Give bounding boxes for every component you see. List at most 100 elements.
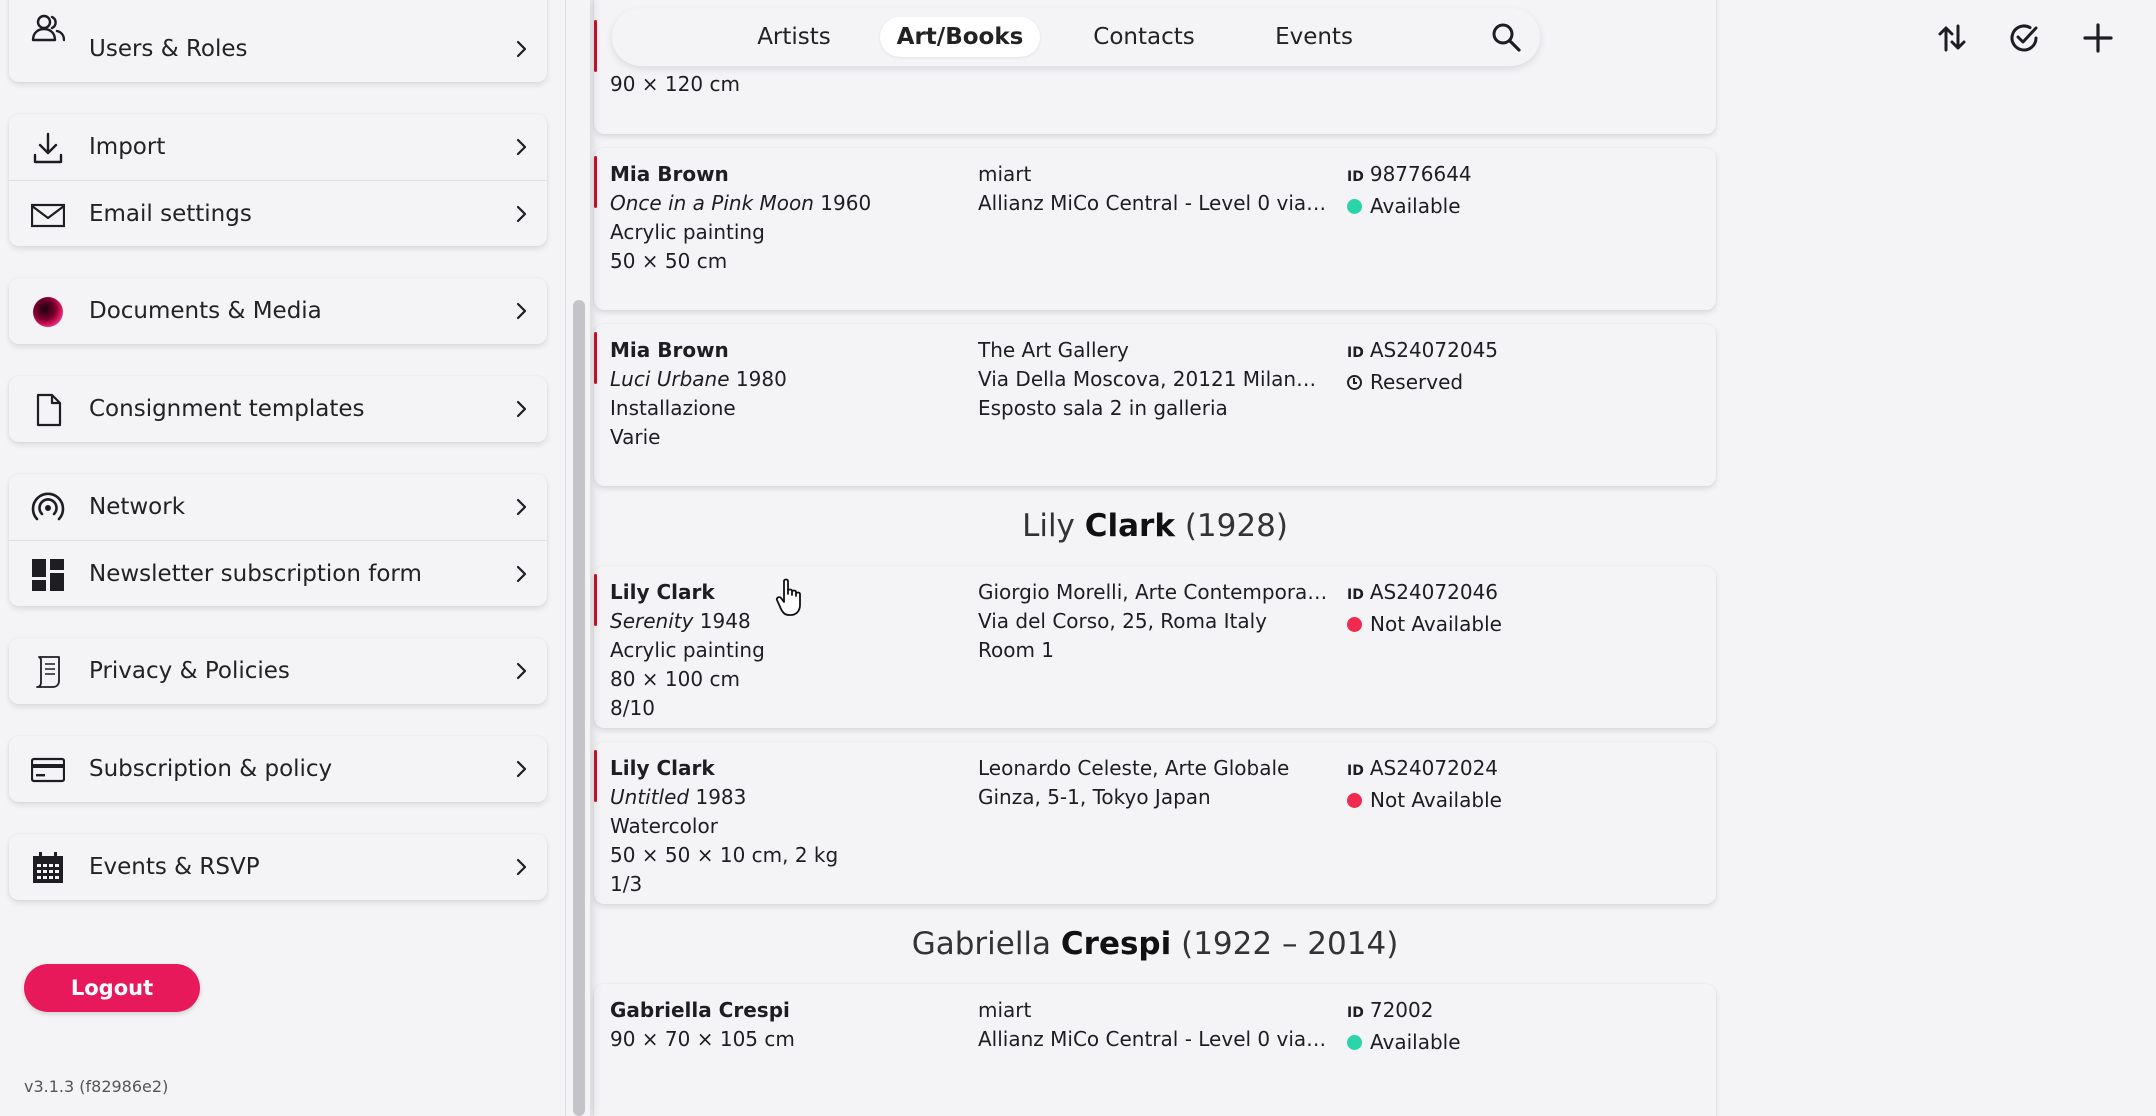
sidebar-item-email-settings[interactable]: Email settings [9,180,547,246]
card-id: AS24072045 [1369,338,1499,362]
card-title: Serenity [610,609,694,633]
card-location-name: miart [978,998,1032,1022]
card-location: miart Allianz MiCo Central - Level 0 via… [978,996,1328,1054]
card-details: 90 × 120 cm [610,70,950,99]
calendar-icon [33,852,63,883]
status-badge: Not Available [1370,612,1502,636]
artwork-card[interactable]: Lily Clark Serenity 1948 Acrylic paintin… [594,566,1716,728]
id-label: ID [1347,1005,1364,1021]
sidebar-item-label: Import [89,134,166,160]
group-first-name: Gabriella [911,926,1052,962]
sidebar-item-users-roles[interactable]: Users & Roles [9,0,547,82]
clock-icon [1347,375,1362,390]
card-medium: Acrylic painting [610,220,765,244]
card-accent [594,750,597,802]
tab-art-books[interactable]: Art/Books [880,17,1040,57]
plus-icon[interactable] [2080,20,2116,56]
group-years: (1928) [1184,508,1288,544]
card-status-block: ID AS24072024 Not Available [1347,754,1677,815]
check-circle-icon[interactable] [2006,20,2042,56]
card-medium: Watercolor [610,814,718,838]
chevron-right-icon [516,760,527,778]
sidebar-item-events-rsvp[interactable]: Events & RSVP [9,834,547,900]
card-location: The Art Gallery Via Della Moscova, 20121… [978,336,1328,423]
sidebar-item-newsletter-form[interactable]: Newsletter subscription form [9,540,547,606]
card-dimensions: 50 × 50 × 10 cm, 2 kg [610,843,839,867]
sidebar-group-consignment: Consignment templates [9,376,547,442]
artwork-card[interactable]: Mia Brown Once in a Pink Moon 1960 Acryl… [594,148,1716,310]
logout-button[interactable]: Logout [24,964,200,1012]
card-title: Untitled [610,785,690,809]
tab-contacts[interactable]: Contacts [1068,17,1220,57]
card-location-name: Leonardo Celeste, Arte Globale [978,756,1290,780]
card-artist: Gabriella Crespi [610,998,790,1022]
broadcast-icon [31,492,65,521]
main-nav: Artists Art/Books Contacts Events [612,8,1540,66]
card-year: 1983 [695,785,747,809]
sidebar-item-consignment-templates[interactable]: Consignment templates [9,376,547,442]
dashboard-icon [32,559,64,591]
chevron-right-icon [516,40,527,58]
sidebar-item-label: Events & RSVP [89,854,260,880]
tab-events[interactable]: Events [1246,17,1382,57]
group-last-name: Crespi [1060,926,1172,962]
artist-group-header: Lily Clark (1928) [594,508,1716,544]
card-location-address: Via del Corso, 25, Roma Italy [978,609,1268,633]
artwork-card[interactable]: Gabriella Crespi 90 × 70 × 105 cm miart … [594,984,1716,1116]
card-id: 72002 [1369,998,1434,1022]
card-location-address: Allianz MiCo Central - Level 0 viale Sca… [978,191,1328,215]
tab-artists[interactable]: Artists [730,17,858,57]
status-available-icon [1347,199,1362,214]
sidebar-item-documents-media[interactable]: Documents & Media [9,278,547,344]
card-location-name: miart [978,162,1032,186]
card-dimensions: 90 × 70 × 105 cm [610,1027,795,1051]
card-dimensions: 50 × 50 cm [610,249,728,273]
sidebar-group-subscription: Subscription & policy [9,736,547,802]
sidebar-group-users: Users & Roles [9,0,547,82]
chevron-right-icon [516,858,527,876]
card-accent [594,156,597,208]
artwork-card[interactable]: Mia Brown Luci Urbane 1980 Installazione… [594,324,1716,486]
status-badge: Available [1370,1030,1461,1054]
card-id: 98776644 [1369,162,1472,186]
sidebar-item-subscription-policy[interactable]: Subscription & policy [9,736,547,802]
card-medium: Installazione [610,396,736,420]
search-icon[interactable] [1490,21,1522,53]
sidebar-group-privacy: Privacy & Policies [9,638,547,704]
sidebar-item-label: Network [89,494,186,520]
card-edition: 8/10 [610,696,655,720]
users-icon [31,14,65,42]
sidebar-item-import[interactable]: Import [9,114,547,180]
media-orb-icon [33,297,63,327]
chevron-right-icon [516,662,527,680]
card-year: 1948 [699,609,751,633]
card-dimensions: 90 × 120 cm [610,72,740,96]
group-last-name: Clark [1084,508,1175,544]
credit-card-icon [31,757,65,783]
group-first-name: Lily [1022,508,1075,544]
card-title: Once in a Pink Moon [610,191,814,215]
id-label: ID [1347,169,1364,185]
sidebar-group-events: Events & RSVP [9,834,547,900]
status-available-icon [1347,1035,1362,1050]
card-artwork-info: Gabriella Crespi 90 × 70 × 105 cm [610,996,950,1054]
sort-arrows-icon[interactable] [1934,20,1970,56]
sidebar-item-network[interactable]: Network [9,474,547,540]
card-id: AS24072024 [1369,756,1499,780]
sidebar-scrollbar-thumb[interactable] [573,300,585,1116]
card-artwork-info: Mia Brown Once in a Pink Moon 1960 Acryl… [610,160,950,276]
version-label: v3.1.3 (f82986e2) [24,1077,169,1096]
sidebar-item-label: Privacy & Policies [89,658,290,684]
envelope-icon [31,203,65,228]
chevron-right-icon [516,498,527,516]
chevron-right-icon [516,565,527,583]
artwork-card[interactable]: Lily Clark Untitled 1983 Watercolor 50 ×… [594,742,1716,904]
card-status-block: ID 98776644 Available [1347,160,1677,221]
sidebar-item-label: Documents & Media [89,298,322,324]
card-dimensions: 80 × 100 cm [610,667,740,691]
card-location: Leonardo Celeste, Arte Globale Ginza, 5-… [978,754,1328,812]
card-status-block: ID AS24072046 Not Available [1347,578,1677,639]
card-location: Giorgio Morelli, Arte Contemporanea Roma… [978,578,1328,665]
settings-sidebar: Users & Roles Import Email settings Docu… [0,0,590,1116]
sidebar-item-privacy-policies[interactable]: Privacy & Policies [9,638,547,704]
